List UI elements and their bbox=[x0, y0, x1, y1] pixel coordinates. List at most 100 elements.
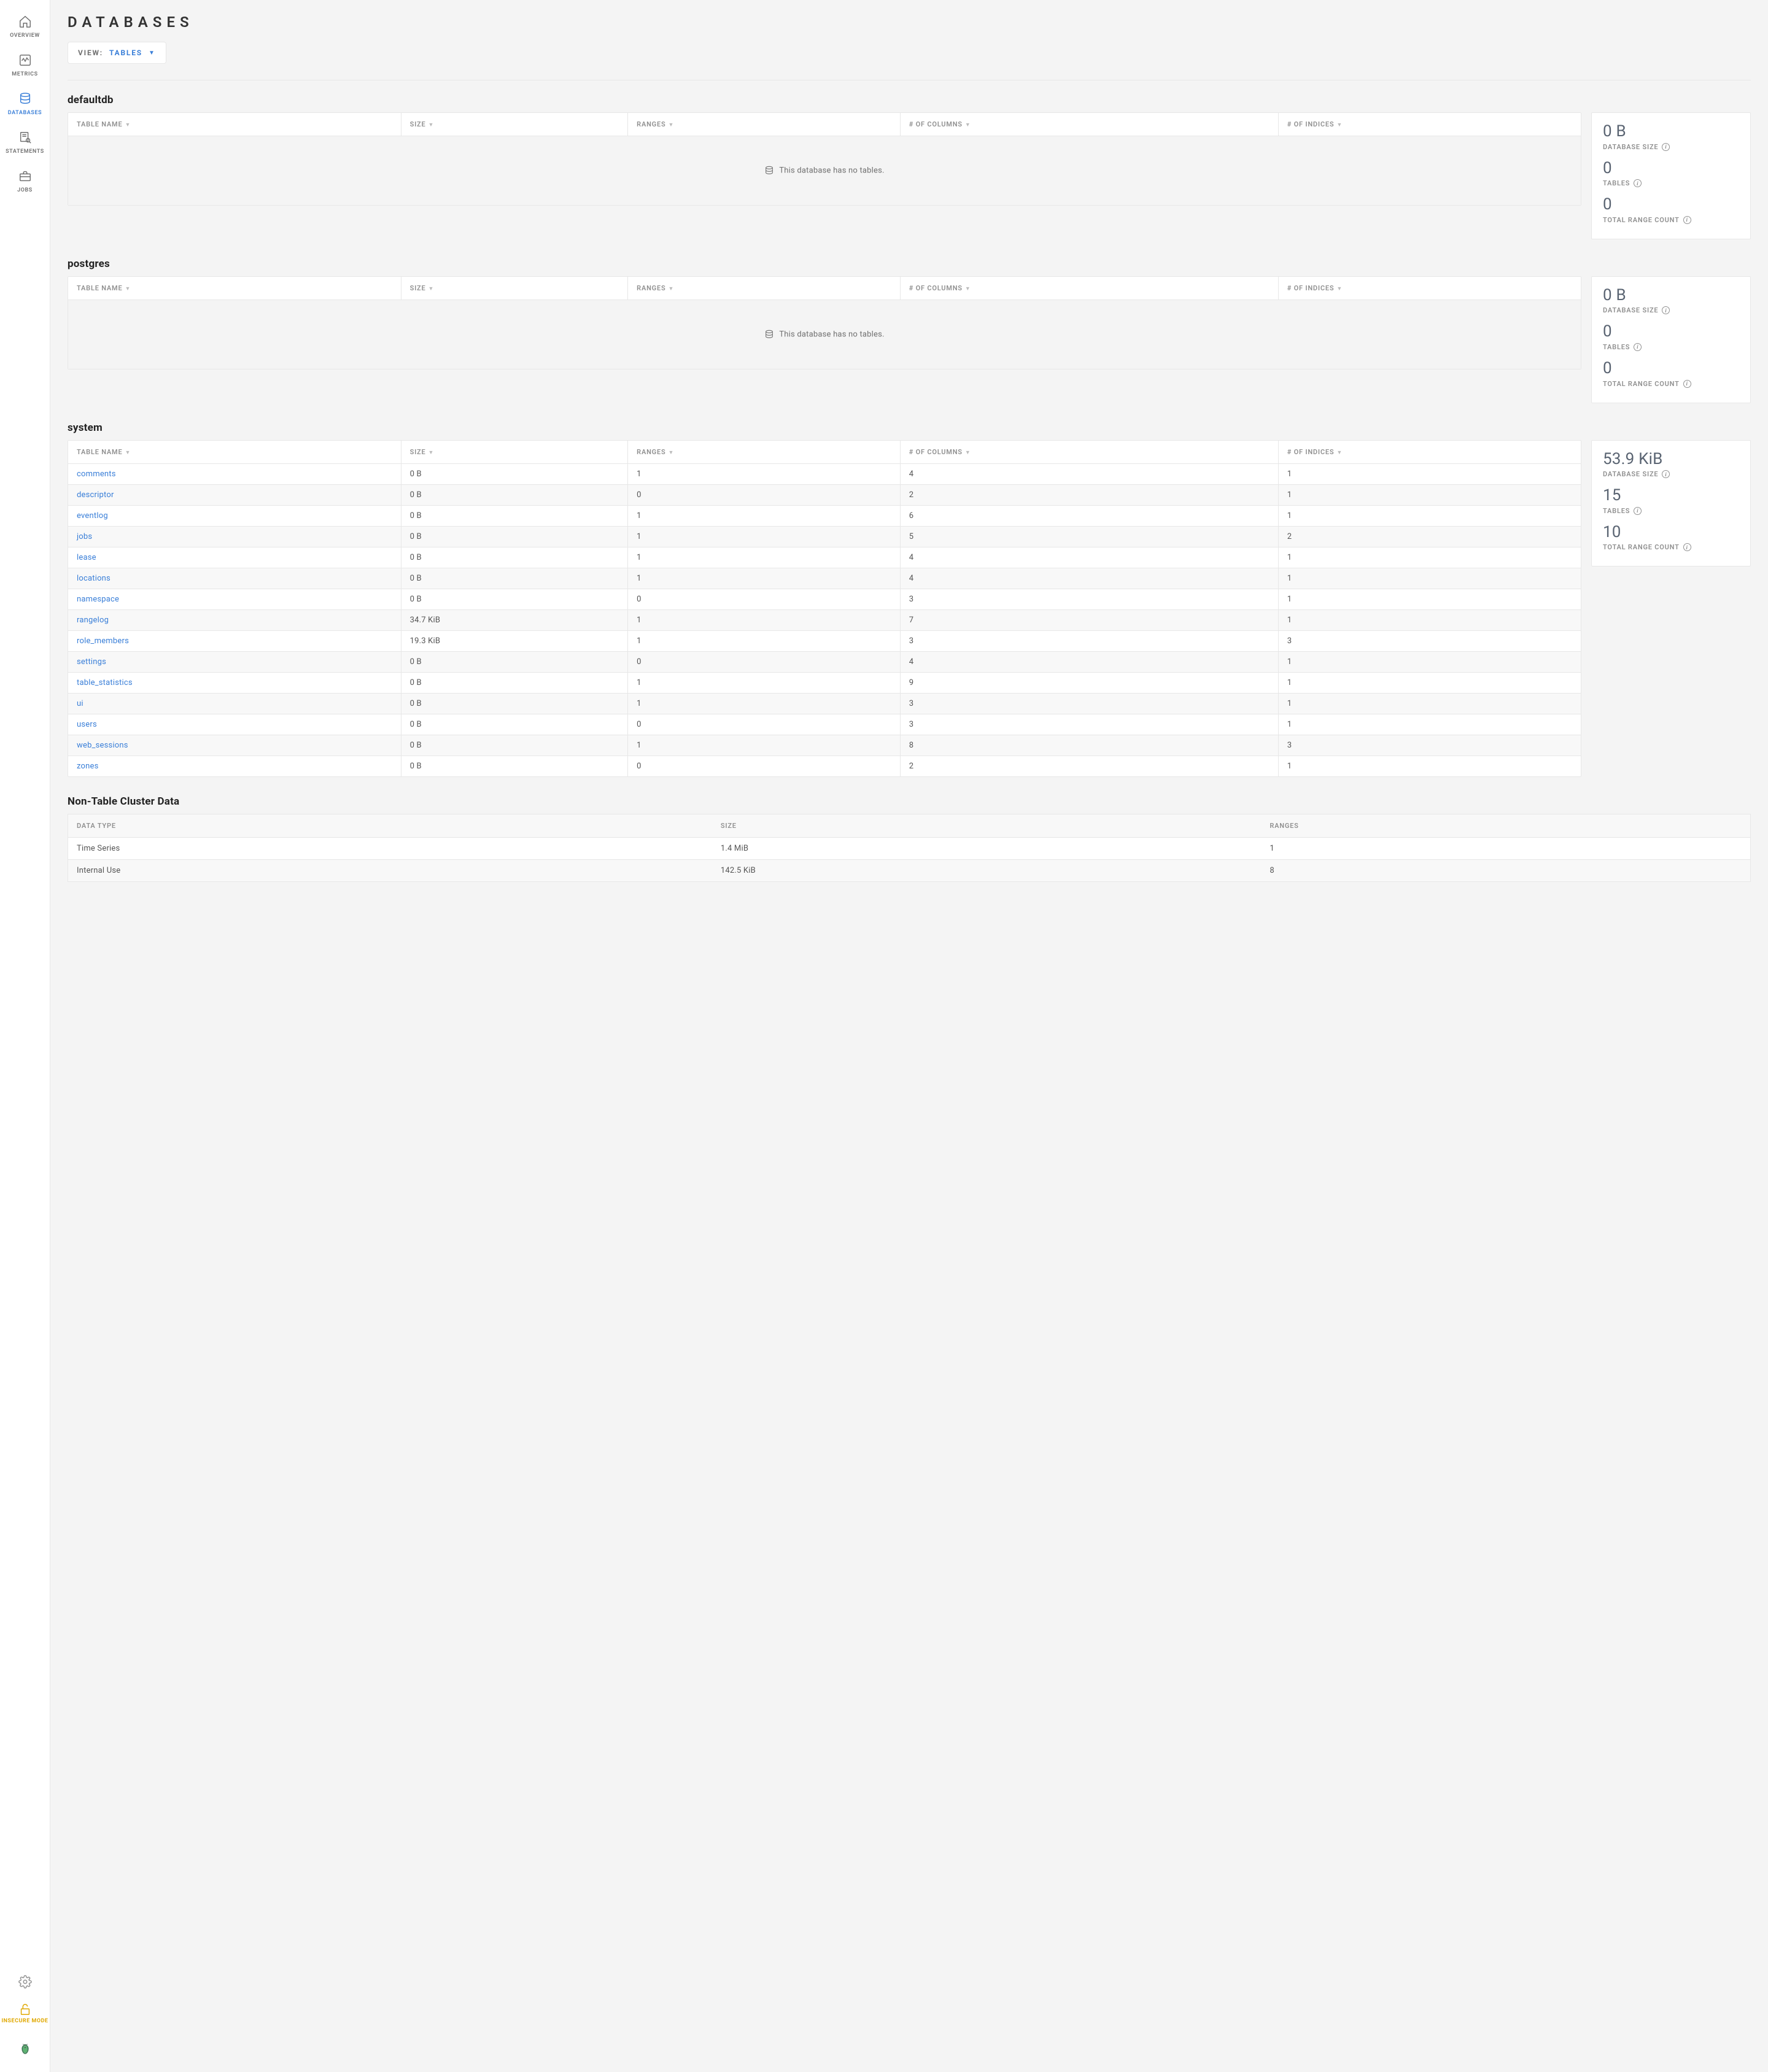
table-name-link[interactable]: eventlog bbox=[68, 505, 401, 526]
cluster-data-heading: Non-Table Cluster Data bbox=[68, 795, 1751, 808]
info-icon[interactable]: i bbox=[1662, 306, 1670, 314]
column-header[interactable]: TABLE NAME▼ bbox=[68, 113, 401, 136]
column-header[interactable]: TABLE NAME▼ bbox=[68, 277, 401, 300]
sort-icon: ▼ bbox=[1336, 286, 1343, 292]
cell-columns: 6 bbox=[900, 505, 1278, 526]
sidebar-insecure-mode[interactable]: INSECURE MODE bbox=[0, 1997, 50, 2030]
table-name-link[interactable]: ui bbox=[68, 693, 401, 714]
sidebar-item-metrics[interactable]: METRICS bbox=[0, 45, 50, 83]
column-header[interactable]: SIZE▼ bbox=[401, 277, 628, 300]
info-icon[interactable]: i bbox=[1683, 543, 1691, 551]
table-row: locations0 B141 bbox=[68, 568, 1581, 589]
table-name-link[interactable]: lease bbox=[68, 547, 401, 568]
gear-icon bbox=[18, 1975, 32, 1990]
sidebar-item-overview[interactable]: OVERVIEW bbox=[0, 6, 50, 45]
summary-tables-label: TABLESi bbox=[1603, 507, 1739, 515]
tables-grid: TABLE NAME▼SIZE▼RANGES▼# OF COLUMNS▼# OF… bbox=[68, 440, 1581, 777]
cell-columns: 4 bbox=[900, 651, 1278, 672]
table-row: descriptor0 B021 bbox=[68, 484, 1581, 505]
sort-icon: ▼ bbox=[125, 286, 131, 292]
view-selector[interactable]: VIEW: TABLES ▼ bbox=[68, 42, 166, 64]
info-icon[interactable]: i bbox=[1662, 470, 1670, 478]
cell-indices: 1 bbox=[1278, 463, 1581, 484]
sidebar-item-databases[interactable]: DATABASES bbox=[0, 83, 50, 122]
cell-indices: 1 bbox=[1278, 568, 1581, 589]
cell-size: 142.5 KiB bbox=[712, 859, 1262, 881]
cell-size: 0 B bbox=[401, 714, 628, 735]
column-header[interactable]: TABLE NAME▼ bbox=[68, 441, 401, 464]
column-header[interactable]: RANGES▼ bbox=[628, 113, 901, 136]
info-icon[interactable]: i bbox=[1683, 216, 1691, 224]
page-title: DATABASES bbox=[68, 14, 1751, 31]
column-header[interactable]: # OF INDICES▼ bbox=[1278, 441, 1581, 464]
cell-ranges: 0 bbox=[628, 484, 901, 505]
column-header[interactable]: SIZE▼ bbox=[401, 113, 628, 136]
summary-ranges-label: TOTAL RANGE COUNTi bbox=[1603, 380, 1739, 388]
summary-ranges-value: 10 bbox=[1603, 524, 1739, 541]
table-name-link[interactable]: settings bbox=[68, 651, 401, 672]
tables-grid: TABLE NAME▼SIZE▼RANGES▼# OF COLUMNS▼# OF… bbox=[68, 276, 1581, 369]
summary-size-label: DATABASE SIZEi bbox=[1603, 143, 1739, 151]
cell-size: 0 B bbox=[401, 547, 628, 568]
table-name-link[interactable]: web_sessions bbox=[68, 735, 401, 756]
column-header[interactable]: # OF COLUMNS▼ bbox=[900, 441, 1278, 464]
table-name-link[interactable]: table_statistics bbox=[68, 672, 401, 693]
cell-columns: 4 bbox=[900, 568, 1278, 589]
summary-size-value: 53.9 KiB bbox=[1603, 450, 1739, 468]
column-header[interactable]: SIZE▼ bbox=[401, 441, 628, 464]
database-section: system TABLE NAME▼SIZE▼RANGES▼# OF COLUMN… bbox=[68, 422, 1751, 777]
info-icon[interactable]: i bbox=[1662, 143, 1670, 151]
sort-icon: ▼ bbox=[1336, 122, 1343, 128]
summary-ranges-label: TOTAL RANGE COUNTi bbox=[1603, 216, 1739, 224]
table-name-link[interactable]: jobs bbox=[68, 526, 401, 547]
cell-ranges: 0 bbox=[628, 756, 901, 776]
sidebar-item-statements[interactable]: STATEMENTS bbox=[0, 122, 50, 161]
main-content: DATABASES VIEW: TABLES ▼ defaultdb TABLE … bbox=[50, 0, 1768, 919]
cell-columns: 4 bbox=[900, 547, 1278, 568]
column-header[interactable]: # OF INDICES▼ bbox=[1278, 277, 1581, 300]
column-header[interactable]: # OF COLUMNS▼ bbox=[900, 277, 1278, 300]
info-icon[interactable]: i bbox=[1634, 507, 1642, 515]
info-icon[interactable]: i bbox=[1634, 343, 1642, 351]
summary-size-label: DATABASE SIZEi bbox=[1603, 306, 1739, 314]
table-name-link[interactable]: namespace bbox=[68, 589, 401, 609]
cell-columns: 3 bbox=[900, 589, 1278, 609]
cell-ranges: 0 bbox=[628, 651, 901, 672]
sort-icon: ▼ bbox=[669, 122, 675, 128]
table-name-link[interactable]: comments bbox=[68, 463, 401, 484]
table-name-link[interactable]: descriptor bbox=[68, 484, 401, 505]
column-header[interactable]: # OF INDICES▼ bbox=[1278, 113, 1581, 136]
database-name: system bbox=[68, 422, 1751, 434]
cell-columns: 7 bbox=[900, 609, 1278, 630]
cell-indices: 1 bbox=[1278, 651, 1581, 672]
cell-type: Internal Use bbox=[68, 859, 712, 881]
home-icon bbox=[18, 15, 32, 30]
table-name-link[interactable]: zones bbox=[68, 756, 401, 776]
database-name: defaultdb bbox=[68, 94, 1751, 106]
table-row: ui0 B131 bbox=[68, 693, 1581, 714]
sidebar-item-jobs[interactable]: JOBS bbox=[0, 161, 50, 199]
info-icon[interactable]: i bbox=[1683, 380, 1691, 388]
column-header[interactable]: RANGES▼ bbox=[628, 441, 901, 464]
table-name-link[interactable]: users bbox=[68, 714, 401, 735]
search-doc-icon bbox=[18, 131, 32, 146]
info-icon[interactable]: i bbox=[1634, 179, 1642, 187]
sort-icon: ▼ bbox=[965, 286, 971, 292]
sort-icon: ▼ bbox=[428, 286, 435, 292]
cell-size: 0 B bbox=[401, 568, 628, 589]
cell-indices: 2 bbox=[1278, 526, 1581, 547]
sidebar-settings[interactable] bbox=[0, 1969, 50, 1997]
column-header[interactable]: RANGES▼ bbox=[628, 277, 901, 300]
table-row: table_statistics0 B191 bbox=[68, 672, 1581, 693]
table-name-link[interactable]: rangelog bbox=[68, 609, 401, 630]
table-row: Time Series1.4 MiB1 bbox=[68, 837, 1751, 859]
sidebar: OVERVIEW METRICS DATABASES STATEMENTS JO… bbox=[0, 0, 50, 2072]
cell-size: 34.7 KiB bbox=[401, 609, 628, 630]
summary-ranges-value: 0 bbox=[1603, 360, 1739, 377]
table-name-link[interactable]: locations bbox=[68, 568, 401, 589]
table-name-link[interactable]: role_members bbox=[68, 630, 401, 651]
cell-indices: 3 bbox=[1278, 630, 1581, 651]
cell-columns: 2 bbox=[900, 756, 1278, 776]
sort-icon: ▼ bbox=[428, 122, 435, 128]
column-header[interactable]: # OF COLUMNS▼ bbox=[900, 113, 1278, 136]
